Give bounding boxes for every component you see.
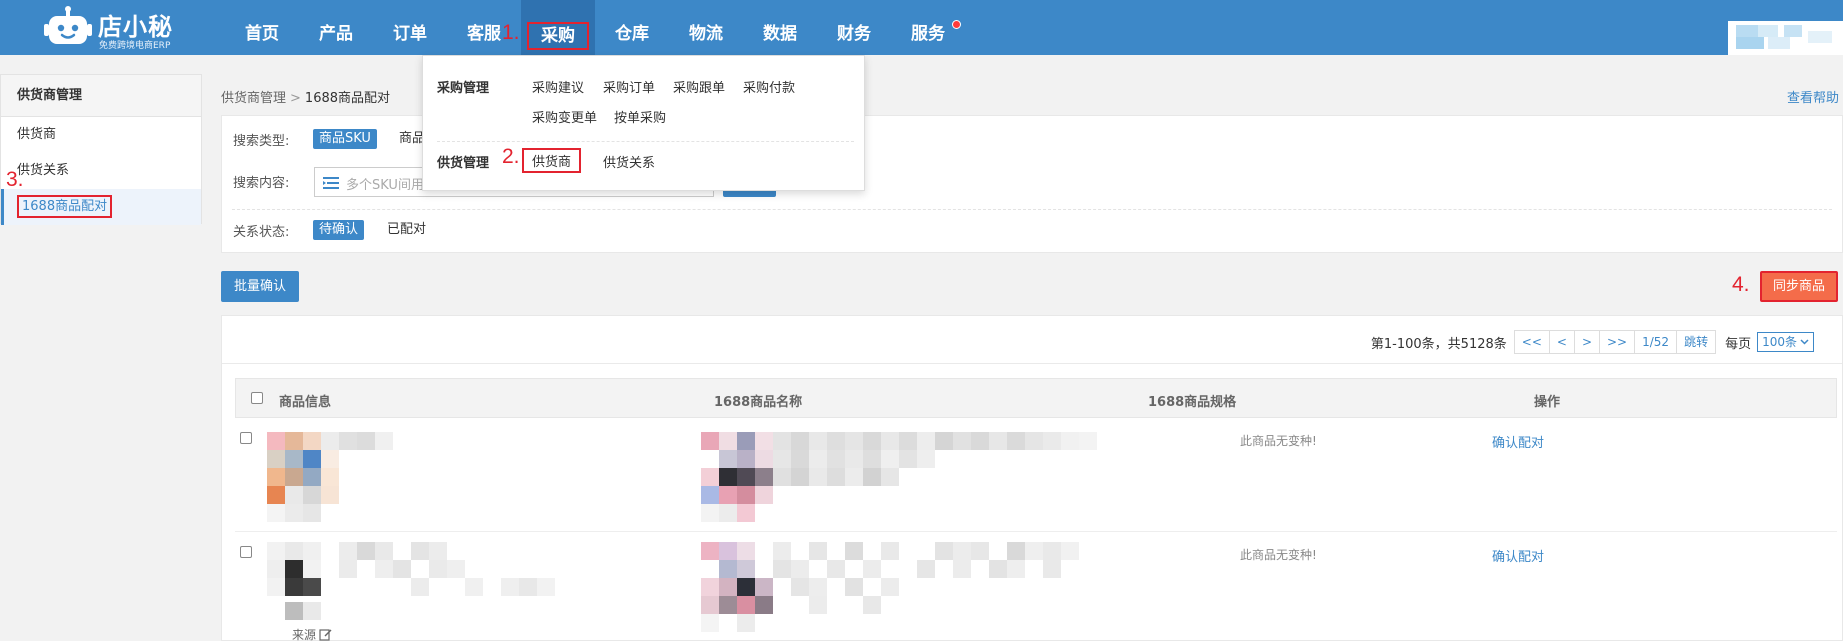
search-content-label: 搜索内容: bbox=[233, 176, 290, 191]
blurred-1688-image bbox=[701, 432, 1097, 522]
header-product-info: 商品信息 bbox=[279, 395, 332, 410]
page-indicator: 1/52 bbox=[1634, 330, 1678, 354]
nav-item-logistics[interactable]: 物流 bbox=[669, 0, 743, 55]
sidebar-item-suppliers[interactable]: 供货商 bbox=[1, 117, 201, 153]
status-pending-tag[interactable]: 待确认 bbox=[313, 220, 365, 240]
row-checkbox[interactable] bbox=[240, 432, 252, 444]
blurred-product-image bbox=[267, 602, 327, 626]
prev-page-button[interactable]: < bbox=[1548, 330, 1575, 354]
blurred-avatar bbox=[1736, 25, 1758, 37]
nav-item-orders[interactable]: 订单 bbox=[373, 0, 447, 55]
table-row: 此商品无变种! 确认配对 bbox=[235, 418, 1837, 532]
sidebar-title: 供货商管理 bbox=[1, 75, 201, 117]
multi-line-list-icon bbox=[323, 177, 339, 189]
header-1688-spec: 1688商品规格 bbox=[1148, 395, 1237, 410]
nav-item-products[interactable]: 产品 bbox=[299, 0, 373, 55]
nav-item-services[interactable]: 服务 bbox=[891, 0, 965, 55]
relation-status-label: 关系状态: bbox=[233, 225, 290, 240]
table-header: 商品信息 1688商品名称 1688商品规格 操作 bbox=[235, 378, 1837, 418]
header-1688-name: 1688商品名称 bbox=[714, 395, 803, 410]
menu-item-purchase-suggestion[interactable]: 采购建议 bbox=[532, 77, 584, 96]
first-page-button[interactable]: << bbox=[1513, 330, 1550, 354]
blurred-1688-name bbox=[701, 542, 1121, 634]
annotation-step-3: 3. bbox=[6, 168, 24, 191]
sidebar-item-supply-relations[interactable]: 供货关系 bbox=[1, 153, 201, 189]
purchase-management-label: 采购管理 bbox=[437, 81, 490, 96]
search-type-sku-tag[interactable]: 商品SKU bbox=[313, 129, 377, 149]
menu-item-purchase-order[interactable]: 采购订单 bbox=[603, 77, 655, 96]
annotation-step-2: 2. bbox=[502, 145, 520, 168]
spec-no-variant: 此商品无变种! bbox=[1240, 548, 1317, 562]
breadcrumb-separator: > bbox=[290, 91, 301, 106]
sync-products-button[interactable]: 同步商品 bbox=[1760, 271, 1838, 302]
brand-tagline: 免费跨境电商ERP bbox=[99, 41, 171, 51]
per-page-select[interactable]: 100条 bbox=[1757, 332, 1814, 352]
blurred-product-image bbox=[267, 542, 555, 596]
header-actions: 操作 bbox=[1534, 395, 1561, 410]
sidebar-item-1688-pairing[interactable]: 1688商品配对 bbox=[1, 189, 201, 225]
blurred-1688-image bbox=[701, 542, 1079, 632]
brand-name: 店小秘 bbox=[98, 13, 173, 41]
help-link[interactable]: 查看帮助 bbox=[1787, 87, 1839, 106]
nav-item-home[interactable]: 首页 bbox=[225, 0, 299, 55]
pagination: 第1-100条，共5128条 << < > >> 1/52 跳转 每页 100条 bbox=[1371, 330, 1814, 354]
nav-item-finance[interactable]: 财务 bbox=[817, 0, 891, 55]
table-row: 来源 此商品无变种! 确认配对 bbox=[235, 532, 1837, 641]
supply-management-label: 供货管理 bbox=[437, 156, 490, 171]
status-paired-tag[interactable]: 已配对 bbox=[381, 220, 432, 240]
divider bbox=[222, 363, 1842, 364]
per-page-label: 每页 bbox=[1725, 336, 1752, 352]
blurred-product-info bbox=[267, 542, 567, 602]
nav-item-data[interactable]: 数据 bbox=[743, 0, 817, 55]
notification-dot bbox=[952, 20, 961, 29]
user-account-area[interactable] bbox=[1728, 21, 1843, 55]
pagination-info: 第1-100条，共5128条 bbox=[1370, 336, 1507, 352]
jump-button[interactable]: 跳转 bbox=[1676, 330, 1717, 354]
edit-icon bbox=[319, 629, 332, 641]
select-all-checkbox[interactable] bbox=[251, 392, 263, 404]
nav-item-purchase[interactable]: 采购 bbox=[521, 0, 595, 55]
blurred-username bbox=[1768, 37, 1790, 49]
blurred-product-info bbox=[267, 432, 407, 524]
menu-item-purchase-payment[interactable]: 采购付款 bbox=[743, 77, 795, 96]
chevron-down-icon bbox=[1800, 339, 1809, 345]
annotation-step-1: 1. bbox=[502, 21, 520, 44]
nav-item-warehouse[interactable]: 仓库 bbox=[595, 0, 669, 55]
product-source[interactable]: 来源 bbox=[292, 626, 332, 641]
spec-no-variant: 此商品无变种! bbox=[1240, 434, 1317, 448]
divider bbox=[232, 209, 1832, 210]
confirm-pair-link[interactable]: 确认配对 bbox=[1492, 432, 1544, 451]
blurred-username bbox=[1758, 25, 1778, 37]
batch-confirm-button[interactable]: 批量确认 bbox=[221, 271, 299, 302]
blurred-username bbox=[1784, 25, 1802, 37]
sidebar: 供货商管理 供货商 供货关系 1688商品配对 bbox=[0, 74, 202, 225]
menu-item-purchase-tracking[interactable]: 采购跟单 bbox=[673, 77, 725, 96]
search-input-placeholder: 多个SKU间用 bbox=[346, 178, 424, 193]
purchase-dropdown-menu: 采购管理 采购建议 采购订单 采购跟单 采购付款 采购变更单 按单采购 供货管理… bbox=[422, 55, 865, 191]
menu-item-suppliers[interactable]: 供货商 bbox=[522, 148, 582, 173]
brand-logo[interactable]: 店小秘 免费跨境电商ERP bbox=[44, 4, 174, 51]
blurred-product-image bbox=[267, 432, 393, 522]
menu-item-purchase-by-order[interactable]: 按单采购 bbox=[614, 107, 666, 126]
breadcrumb-parent[interactable]: 供货商管理 bbox=[221, 91, 286, 106]
pairing-table-panel: 第1-100条，共5128条 << < > >> 1/52 跳转 每页 100条… bbox=[221, 315, 1843, 641]
blurred-1688-name bbox=[701, 432, 1171, 524]
search-type-label: 搜索类型: bbox=[233, 134, 290, 149]
next-page-button[interactable]: > bbox=[1573, 330, 1600, 354]
main-nav: 首页 产品 订单 客服 采购 仓库 物流 数据 财务 服务 bbox=[225, 0, 965, 55]
breadcrumb: 供货商管理 >1688商品配对 bbox=[221, 87, 390, 106]
blurred-username bbox=[1736, 37, 1764, 49]
robot-logo-icon bbox=[44, 6, 92, 44]
row-checkbox[interactable] bbox=[240, 546, 252, 558]
menu-item-purchase-change[interactable]: 采购变更单 bbox=[532, 107, 597, 126]
menu-item-supply-relations[interactable]: 供货关系 bbox=[603, 152, 655, 171]
annotation-step-4: 4. bbox=[1732, 273, 1750, 296]
last-page-button[interactable]: >> bbox=[1599, 330, 1636, 354]
confirm-pair-link[interactable]: 确认配对 bbox=[1492, 546, 1544, 565]
top-navigation-bar: 店小秘 免费跨境电商ERP 首页 产品 订单 客服 采购 仓库 物流 数据 财务… bbox=[0, 0, 1843, 55]
divider bbox=[437, 141, 854, 142]
breadcrumb-current: 1688商品配对 bbox=[304, 91, 391, 106]
blurred-username bbox=[1808, 31, 1832, 43]
